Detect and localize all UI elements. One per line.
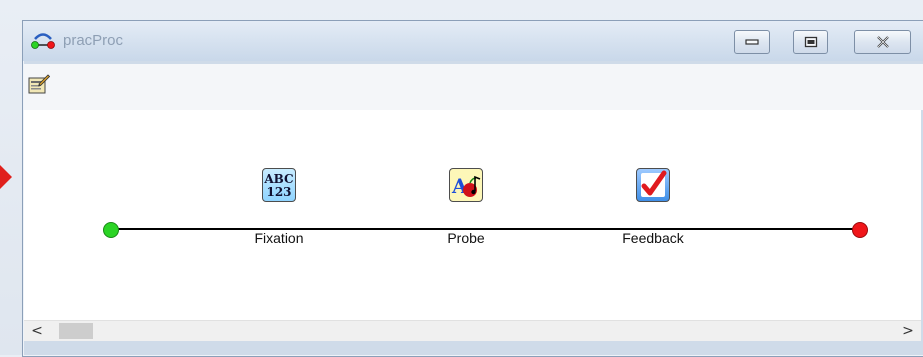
timeline-object-fixation[interactable]: ABC 123 Fixation xyxy=(224,168,334,246)
timeline-object-probe[interactable]: A Probe xyxy=(411,168,521,246)
slide-icon: A xyxy=(449,168,483,202)
text-display-icon: ABC 123 xyxy=(262,168,296,202)
window-toolbar xyxy=(24,64,923,110)
scroll-left-arrow-icon[interactable]: < xyxy=(28,323,46,339)
timeline-end-node xyxy=(852,222,868,238)
procedure-app-icon xyxy=(31,33,55,49)
title-bar[interactable]: pracProc xyxy=(23,21,923,61)
horizontal-scrollbar[interactable]: < > xyxy=(24,320,921,341)
close-button[interactable] xyxy=(854,30,911,54)
object-label: Probe xyxy=(447,230,485,246)
scrollbar-thumb[interactable] xyxy=(59,323,93,339)
window-title: pracProc xyxy=(63,32,124,49)
close-icon xyxy=(876,36,889,48)
timeline-start-node xyxy=(103,222,119,238)
properties-icon[interactable] xyxy=(28,73,50,95)
object-label: Feedback xyxy=(622,230,684,246)
maximize-button[interactable] xyxy=(793,30,828,54)
feedback-checkmark-icon xyxy=(636,168,670,202)
maximize-icon xyxy=(804,36,817,48)
procedure-window: pracProc ABC 123 Fixation A Probe Feedba… xyxy=(22,20,923,357)
window-bottom-frame xyxy=(24,341,923,355)
timeline-object-feedback[interactable]: Feedback xyxy=(598,168,708,246)
minimize-icon xyxy=(745,39,759,45)
minimize-button[interactable] xyxy=(734,30,770,54)
object-label: Fixation xyxy=(254,230,304,246)
red-pointer-arrow xyxy=(0,165,12,189)
scroll-right-arrow-icon[interactable]: > xyxy=(899,323,917,339)
procedure-timeline-canvas[interactable]: ABC 123 Fixation A Probe Feedback xyxy=(24,110,921,320)
